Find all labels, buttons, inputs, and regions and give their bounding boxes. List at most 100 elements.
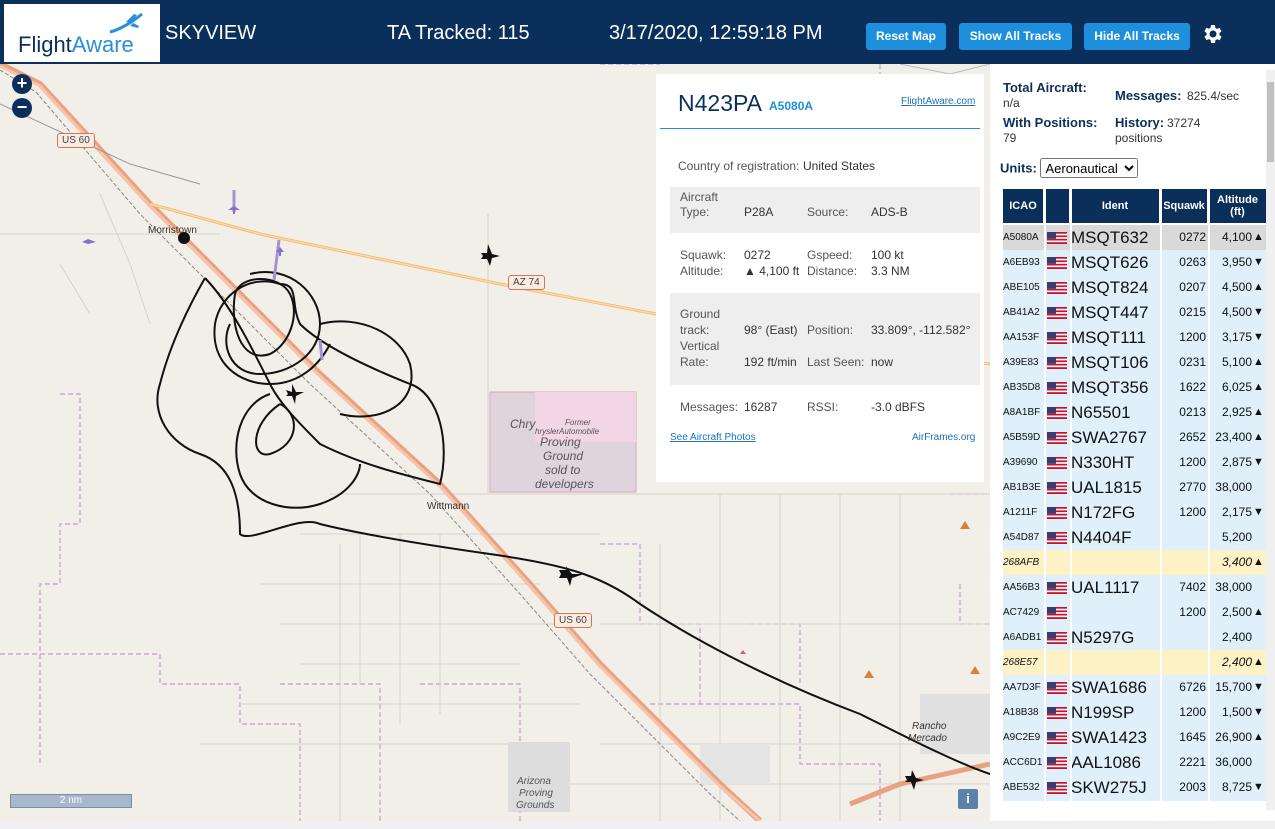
cell-ident: MSQT626	[1071, 253, 1149, 272]
table-row[interactable]: A54D87 N4404F 5,200	[1003, 525, 1266, 550]
cell-trend: ▲	[1253, 431, 1264, 443]
cell-icao: A54D87	[1003, 532, 1040, 543]
road-label-us60-south: US 60	[554, 613, 592, 628]
cell-squawk: 1622	[1179, 380, 1206, 394]
see-aircraft-photos-link[interactable]: See Aircraft Photos	[670, 432, 756, 443]
table-row[interactable]: AA153F MSQT111 1200 3,175 ▼	[1003, 325, 1266, 350]
units-select[interactable]: Aeronautical	[1040, 158, 1139, 178]
table-row[interactable]: AA56B3 UAL1117 7402 38,000	[1003, 575, 1266, 600]
gear-icon[interactable]	[1200, 22, 1224, 46]
horizontal-scrollbar[interactable]	[0, 821, 1275, 829]
cell-icao: A8522B	[1003, 800, 1039, 801]
cell-ident: N172FG	[1071, 503, 1136, 522]
column-separator	[1070, 189, 1072, 801]
cell-squawk: 0263	[1179, 255, 1206, 269]
cell-ident: SKW275J	[1071, 778, 1147, 797]
cell-ident: MSQT111	[1071, 328, 1146, 347]
table-row[interactable]: 268AFB 3,400 ▲	[1003, 550, 1266, 575]
cell-altitude: 3,400	[1221, 555, 1252, 569]
table-row[interactable]: A5B59D SWA2767 2652 23,400 ▲	[1003, 425, 1266, 450]
page-scrollbar[interactable]	[1266, 70, 1275, 810]
cell-trend: ▲	[1253, 606, 1264, 618]
zoom-out-button[interactable]: −	[12, 98, 32, 118]
cell-icao: AA7D3F	[1003, 682, 1041, 693]
table-row[interactable]: AB35D8 MSQT356 1622 6,025 ▲	[1003, 375, 1266, 400]
table-row[interactable]: 268E57 2,400 ▲	[1003, 650, 1266, 675]
road-label-az74: AZ 74	[508, 275, 545, 290]
cell-icao: A1211F	[1003, 507, 1038, 518]
place-wittmann: Wittmann	[427, 501, 470, 512]
cell-altitude: 26,900	[1215, 730, 1252, 744]
table-row[interactable]: A18B38 N199SP 1200 1,500 ▼	[1003, 700, 1266, 725]
cell-altitude: 2,500	[1221, 605, 1252, 619]
table-row[interactable]: ABE532 SKW275J 2003 8,725 ▼	[1003, 775, 1266, 800]
info-button[interactable]: i	[958, 789, 978, 809]
table-row[interactable]: A6EB93 MSQT626 0263 3,950 ▼	[1003, 250, 1266, 275]
cell-squawk: 0272	[1179, 230, 1206, 244]
cell-trend: ▼	[1253, 681, 1264, 693]
with-positions-label: With Positions:	[1003, 115, 1098, 130]
cell-altitude: 5,100	[1221, 355, 1252, 369]
cell-altitude: 2,400	[1221, 655, 1252, 669]
table-row[interactable]: A5080A MSQT632 0272 4,100 ▲	[1003, 225, 1266, 250]
table-row[interactable]: A8A1BF N65501 0213 2,925 ▲	[1003, 400, 1266, 425]
cell-altitude: 2,925	[1221, 405, 1252, 419]
table-row[interactable]: A9C2E9 SWA1423 1645 26,900 ▲	[1003, 725, 1266, 750]
cell-icao: A6EB93	[1003, 257, 1040, 268]
table-row[interactable]: AA7D3F SWA1686 6726 15,700 ▼	[1003, 675, 1266, 700]
zoom-in-button[interactable]: +	[12, 74, 32, 94]
cell-altitude: 4,100	[1221, 230, 1252, 244]
table-row[interactable]: A8522B ASA1337 362211,700▼	[1003, 800, 1266, 801]
scroll-thumb[interactable]	[1267, 82, 1274, 162]
airframes-link[interactable]: AirFrames.org	[912, 432, 975, 443]
cell-icao: A39E83	[1003, 357, 1039, 368]
cell-icao: A18B38	[1003, 707, 1039, 718]
flightaware-link[interactable]: FlightAware.com	[901, 96, 975, 107]
cell-trend: ▼	[1253, 706, 1264, 718]
cell-icao: A39690	[1003, 457, 1038, 468]
hide-all-tracks-button[interactable]: Hide All Tracks	[1084, 23, 1190, 50]
units-row: Units: Aeronautical	[1000, 158, 1139, 178]
cell-trend: ▲	[1253, 381, 1264, 393]
cell-ident: SWA1686	[1071, 678, 1147, 697]
col-flag[interactable]	[1045, 189, 1069, 223]
cell-icao: ACC6D1	[1003, 757, 1043, 768]
cell-trend: ▼	[1253, 800, 1264, 801]
table-row[interactable]: AC7429 1200 2,500 ▲	[1003, 600, 1266, 625]
table-row[interactable]: AB41A2 MSQT447 0215 4,500 ▼	[1003, 300, 1266, 325]
messages-label: Messages:	[1115, 88, 1182, 103]
history-value: 37274	[1167, 116, 1201, 130]
col-icao[interactable]: ICAO	[1003, 189, 1043, 223]
cell-squawk: 3622	[1163, 800, 1206, 801]
cell-ident: N5297G	[1071, 628, 1135, 647]
cell-squawk: 0215	[1179, 305, 1206, 319]
cell-icao: AA153F	[1003, 332, 1040, 343]
show-all-tracks-button[interactable]: Show All Tracks	[959, 23, 1072, 50]
col-altitude[interactable]: Altitude (ft)	[1209, 189, 1266, 223]
flightaware-logo[interactable]: FlightAware	[4, 4, 160, 62]
cell-altitude: 4,500	[1221, 305, 1252, 319]
units-label: Units:	[1000, 160, 1037, 176]
table-row[interactable]: A1211F N172FG 1200 2,175 ▼	[1003, 500, 1266, 525]
popup-ident: N423PA	[678, 90, 762, 116]
reset-map-button[interactable]: Reset Map	[866, 23, 946, 50]
cell-squawk: 1200	[1179, 455, 1206, 469]
history-unit: positions	[1115, 131, 1163, 145]
col-squawk[interactable]: Squawk	[1161, 189, 1207, 223]
tracked-count: TA Tracked: 115	[387, 22, 530, 44]
label-chrysler: Chry	[510, 417, 536, 431]
table-row[interactable]: AB1B3E UAL1815 2770 38,000	[1003, 475, 1266, 500]
table-row[interactable]: ABE105 MSQT824 0207 4,500 ▲	[1003, 275, 1266, 300]
table-row[interactable]: ACC6D1 AAL1086 2221 36,000	[1003, 750, 1266, 775]
col-ident[interactable]: Ident	[1071, 189, 1159, 223]
cell-ident: SWA1423	[1071, 728, 1147, 747]
cell-squawk: 2652	[1179, 430, 1206, 444]
cell-squawk: 1200	[1179, 505, 1206, 519]
table-row[interactable]: A39690 N330HT 1200 2,875 ▼	[1003, 450, 1266, 475]
table-row[interactable]: A6ADB1 N5297G 2,400	[1003, 625, 1266, 650]
cell-squawk: 2770	[1179, 480, 1206, 494]
plane-logo-icon	[109, 12, 143, 34]
cell-trend: ▲	[1253, 231, 1264, 243]
table-row[interactable]: A39E83 MSQT106 0231 5,100 ▲	[1003, 350, 1266, 375]
cell-ident: MSQT632	[1071, 228, 1149, 247]
